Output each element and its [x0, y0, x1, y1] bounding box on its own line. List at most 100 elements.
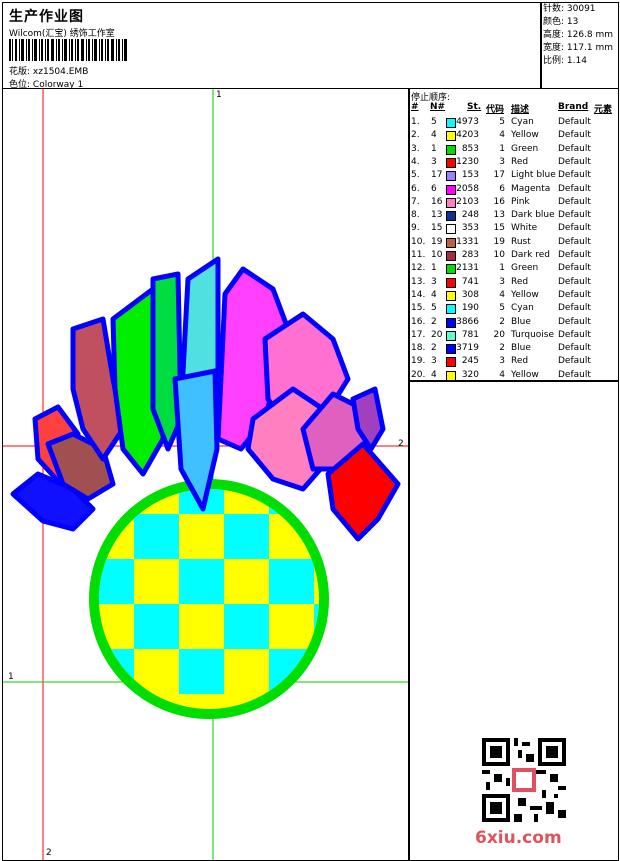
row-stitches: 2058	[456, 183, 479, 194]
row-brand: Default	[558, 223, 591, 234]
row-code: 19	[493, 236, 505, 247]
row-stitches: 2131	[456, 263, 479, 274]
row-code: 4	[499, 289, 505, 300]
row-stitches: 308	[461, 289, 479, 300]
row-brand: Default	[558, 170, 591, 181]
row-stitches: 353	[461, 223, 479, 234]
row-brand: Default	[558, 183, 591, 194]
row-stitches: 781	[461, 329, 479, 340]
col-header-index: #	[411, 102, 419, 112]
row-description: Red	[511, 276, 529, 287]
row-needle: 5	[431, 117, 437, 127]
row-brand: Default	[558, 356, 591, 367]
row-brand: Default	[558, 316, 591, 327]
row-needle: 3	[431, 276, 437, 287]
row-stitches: 853	[461, 143, 479, 154]
row-needle: 20	[431, 329, 443, 340]
row-brand: Default	[558, 236, 591, 247]
row-code: 5	[499, 303, 505, 314]
col-header-needle: N#	[430, 102, 446, 112]
row-brand: Default	[558, 117, 591, 127]
design-preview: 1 2 1 2	[2, 88, 410, 861]
design-file-value: xz1504.EMB	[32, 67, 89, 77]
row-description: Turquoise	[511, 329, 555, 340]
row-needle: 3	[431, 156, 437, 167]
page-title: 生产作业图	[9, 9, 84, 25]
design-height: 高度: 126.8 mm	[543, 30, 614, 40]
row-index: 15.	[411, 303, 426, 314]
design-width: 宽度: 117.1 mm	[543, 43, 614, 53]
row-needle: 2	[431, 316, 437, 327]
table-row: 5. 17 153 17 Light blue Default	[409, 169, 618, 182]
guide-label-bottom: 2	[46, 848, 52, 858]
row-needle: 13	[431, 210, 443, 221]
col-header-element: 元素	[594, 105, 613, 115]
table-row: 2. 4 4203 4 Yellow Default	[409, 129, 618, 142]
row-index: 16.	[411, 316, 426, 327]
watermark-logo: 6xiu.com	[475, 828, 562, 848]
stitch-count: 针数: 30091	[543, 4, 596, 14]
col-header-description: 描述	[511, 105, 530, 115]
row-description: Rust	[511, 236, 531, 247]
row-stitches: 248	[461, 210, 479, 221]
row-needle: 2	[431, 343, 437, 354]
row-code: 2	[499, 343, 505, 354]
row-description: Light blue	[511, 170, 556, 181]
row-code: 20	[493, 329, 505, 340]
row-description: Green	[511, 263, 539, 274]
barcode-icon	[9, 39, 127, 61]
row-index: 8.	[411, 210, 420, 221]
row-stitches: 245	[461, 356, 479, 367]
row-needle: 1	[431, 263, 437, 274]
stop-sequence-panel: 停止顺序: # N# St. 代码 描述 Brand 元素 1. 5 4973 5 Cy…	[408, 88, 619, 382]
row-stitches: 4203	[456, 130, 479, 141]
row-needle: 6	[431, 183, 437, 194]
row-index: 2.	[411, 130, 420, 141]
table-row: 17. 20 781 20 Turquoise Default	[409, 329, 618, 342]
row-code: 13	[493, 210, 505, 221]
row-needle: 3	[431, 356, 437, 367]
row-brand: Default	[558, 143, 591, 154]
table-row: 18. 2 3719 2 Blue Default	[409, 342, 618, 355]
row-needle: 5	[431, 303, 437, 314]
row-stitches: 741	[461, 276, 479, 287]
color-count: 颜色: 13	[543, 17, 579, 27]
row-needle: 4	[431, 130, 437, 141]
table-row: 11. 10 283 10 Dark red Default	[409, 249, 618, 262]
table-row: 1. 5 4973 5 Cyan Default	[409, 116, 618, 129]
guide-label-top: 1	[216, 90, 222, 100]
row-brand: Default	[558, 250, 591, 260]
design-file-row: 花版: xz1504.EMB	[9, 64, 88, 77]
row-stitches: 3866	[456, 316, 479, 327]
row-needle: 15	[431, 223, 443, 234]
row-stitches: 1230	[456, 156, 479, 167]
row-index: 17.	[411, 329, 426, 340]
row-code: 15	[493, 223, 505, 234]
row-brand: Default	[558, 156, 591, 167]
row-description: Magenta	[511, 183, 551, 194]
table-row: 14. 4 308 4 Yellow Default	[409, 289, 618, 302]
row-brand: Default	[558, 210, 591, 221]
row-code: 3	[499, 356, 505, 367]
row-description: Cyan	[511, 117, 534, 127]
row-description: Green	[511, 143, 539, 154]
row-code: 5	[499, 117, 505, 127]
row-description: Dark blue	[511, 210, 555, 221]
row-needle: 10	[431, 250, 443, 260]
row-description: Dark red	[511, 250, 550, 260]
row-code: 2	[499, 316, 505, 327]
row-description: Blue	[511, 316, 531, 327]
row-description: Yellow	[511, 289, 539, 300]
row-brand: Default	[558, 196, 591, 207]
row-brand: Default	[558, 289, 591, 300]
row-stitches: 153	[461, 170, 479, 181]
table-row: 9. 15 353 15 White Default	[409, 222, 618, 235]
row-index: 19.	[411, 356, 426, 367]
row-code: 10	[493, 250, 505, 260]
row-brand: Default	[558, 130, 591, 141]
table-row: 13. 3 741 3 Red Default	[409, 276, 618, 289]
row-needle: 19	[431, 236, 443, 247]
table-row: 10. 19 1331 19 Rust Default	[409, 236, 618, 249]
table-row: 15. 5 190 5 Cyan Default	[409, 302, 618, 315]
row-description: White	[511, 223, 538, 234]
